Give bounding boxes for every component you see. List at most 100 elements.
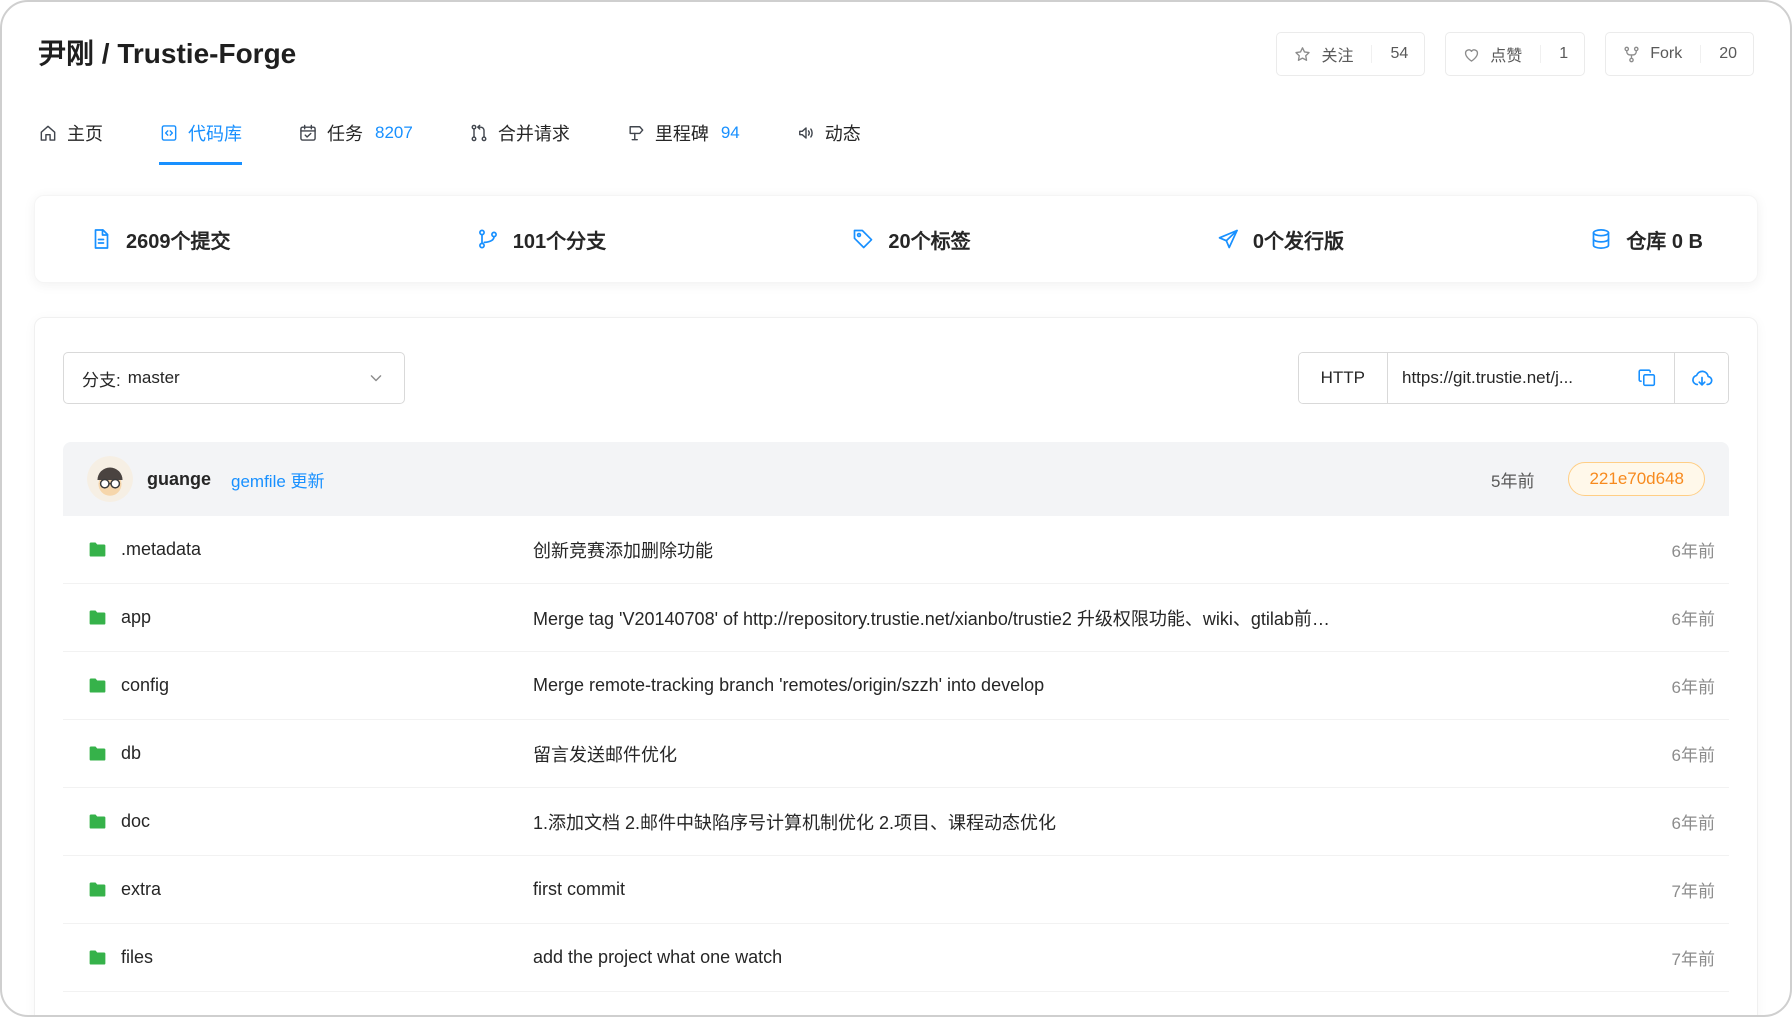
watch-button[interactable]: 关注 54 xyxy=(1276,32,1425,76)
stat-commits[interactable]: 2609个提交 xyxy=(89,225,231,254)
stat-tags[interactable]: 20个标签 xyxy=(851,225,970,254)
fork-count: 20 xyxy=(1700,45,1737,63)
file-name-cell: app xyxy=(63,607,533,628)
file-commit-message[interactable]: 1.添加文档 2.邮件中缺陷序号计算机制优化 2.项目、课程动态优化 xyxy=(533,809,1619,835)
file-commit-message[interactable]: add the project what one watch xyxy=(533,947,1619,968)
file-row: extra first commit 7年前 xyxy=(63,856,1729,924)
milestone-icon xyxy=(626,123,646,143)
folder-icon xyxy=(87,879,108,900)
header-actions: 关注 54 点赞 1 Fork 20 xyxy=(1276,32,1754,76)
praise-label: 点赞 xyxy=(1490,42,1522,66)
file-commit-time: 7年前 xyxy=(1619,945,1729,970)
protocol-http-button[interactable]: HTTP xyxy=(1299,353,1388,403)
folder-icon xyxy=(87,607,108,628)
star-icon xyxy=(1293,45,1312,64)
task-icon xyxy=(298,123,318,143)
fork-icon xyxy=(1622,45,1641,64)
tab-pulls[interactable]: 合并请求 xyxy=(469,120,570,165)
file-commit-message[interactable]: first commit xyxy=(533,879,1619,900)
repo-file-card: 分支: master HTTP https://git.trustie.net/… xyxy=(34,317,1758,1017)
activity-icon xyxy=(796,123,816,143)
stat-commits-label: 2609个提交 xyxy=(126,225,231,254)
file-commit-message[interactable]: Merge remote-tracking branch 'remotes/or… xyxy=(533,675,1619,696)
file-name[interactable]: db xyxy=(121,743,141,764)
branch-icon xyxy=(476,227,500,251)
tab-issues-count: 8207 xyxy=(375,123,413,143)
tab-activity[interactable]: 动态 xyxy=(796,120,861,165)
folder-icon xyxy=(87,539,108,560)
stat-repo-size[interactable]: 仓库 0 B xyxy=(1589,225,1703,254)
watch-count: 54 xyxy=(1371,45,1408,63)
file-commit-message[interactable]: 创新竞赛添加删除功能 xyxy=(533,537,1619,563)
praise-button[interactable]: 点赞 1 xyxy=(1445,32,1585,76)
tab-milestones-count: 94 xyxy=(721,123,740,143)
heart-icon xyxy=(1462,45,1481,64)
tab-milestones-label: 里程碑 xyxy=(655,120,709,146)
folder-icon xyxy=(87,743,108,764)
home-icon xyxy=(38,123,58,143)
file-row: db 留言发送邮件优化 6年前 xyxy=(63,720,1729,788)
folder-icon xyxy=(87,675,108,696)
file-name-cell: .metadata xyxy=(63,539,533,560)
branch-value: master xyxy=(128,368,180,388)
file-commit-time: 6年前 xyxy=(1619,741,1729,766)
file-name-cell: extra xyxy=(63,879,533,900)
download-button[interactable] xyxy=(1674,353,1728,403)
file-name-cell: doc xyxy=(63,811,533,832)
repository-icon xyxy=(159,123,179,143)
stat-branches[interactable]: 101个分支 xyxy=(476,225,606,254)
file-commit-time: 6年前 xyxy=(1619,605,1729,630)
fork-button[interactable]: Fork 20 xyxy=(1605,32,1754,76)
clone-url-group: HTTP https://git.trustie.net/j... xyxy=(1298,352,1729,404)
database-icon xyxy=(1589,227,1613,251)
stat-repo-size-label: 仓库 0 B xyxy=(1626,225,1703,254)
file-row: files add the project what one watch 7年前 xyxy=(63,924,1729,992)
tab-milestones[interactable]: 里程碑 94 xyxy=(626,120,740,165)
clone-url-input[interactable]: https://git.trustie.net/j... xyxy=(1388,353,1620,403)
chevron-down-icon xyxy=(366,368,386,388)
file-name[interactable]: doc xyxy=(121,811,150,832)
file-row: app Merge tag 'V20140708' of http://repo… xyxy=(63,584,1729,652)
repo-stats-bar: 2609个提交 101个分支 20个标签 0个发行版 仓库 0 B xyxy=(34,195,1758,283)
file-row: doc 1.添加文档 2.邮件中缺陷序号计算机制优化 2.项目、课程动态优化 6… xyxy=(63,788,1729,856)
repo-header: 尹刚 / Trustie-Forge 关注 54 点赞 1 Fork 20 xyxy=(2,2,1790,76)
tab-code-label: 代码库 xyxy=(188,120,242,146)
file-commit-time: 7年前 xyxy=(1619,877,1729,902)
file-table: .metadata 创新竞赛添加删除功能 6年前 app Merge tag '… xyxy=(63,516,1729,1017)
tab-issues-label: 任务 xyxy=(327,120,363,146)
branch-selector[interactable]: 分支: master xyxy=(63,352,405,404)
stat-releases[interactable]: 0个发行版 xyxy=(1216,225,1344,254)
stat-releases-label: 0个发行版 xyxy=(1253,225,1344,254)
tab-issues[interactable]: 任务 8207 xyxy=(298,120,413,165)
file-name[interactable]: .metadata xyxy=(121,539,201,560)
latest-commit-bar: guange gemfile 更新 5年前 221e70d648 xyxy=(63,442,1729,516)
page-title: 尹刚 / Trustie-Forge xyxy=(38,33,296,75)
file-row: config Merge remote-tracking branch 'rem… xyxy=(63,652,1729,720)
file-name[interactable]: extra xyxy=(121,879,161,900)
tab-home[interactable]: 主页 xyxy=(38,120,103,165)
commit-sha-badge[interactable]: 221e70d648 xyxy=(1568,462,1705,496)
tab-code[interactable]: 代码库 xyxy=(159,120,242,165)
tab-activity-label: 动态 xyxy=(825,120,861,146)
file-name-cell: db xyxy=(63,743,533,764)
watch-label: 关注 xyxy=(1321,42,1353,66)
file-commit-time: 6年前 xyxy=(1619,673,1729,698)
file-commit-time: 6年前 xyxy=(1619,537,1729,562)
avatar[interactable] xyxy=(87,456,133,502)
praise-count: 1 xyxy=(1540,45,1568,63)
commit-message-link[interactable]: gemfile 更新 xyxy=(231,467,325,492)
fork-label: Fork xyxy=(1650,45,1682,63)
copy-url-button[interactable] xyxy=(1620,353,1674,403)
file-row: .metadata 创新竞赛添加删除功能 6年前 xyxy=(63,516,1729,584)
file-name[interactable]: config xyxy=(121,675,169,696)
file-name[interactable]: files xyxy=(121,947,153,968)
commit-author[interactable]: guange xyxy=(147,469,211,490)
file-name[interactable]: app xyxy=(121,607,151,628)
repo-tabs: 主页 代码库 任务 8207 合并请求 里程碑 94 动态 xyxy=(2,120,1790,165)
file-name-cell: config xyxy=(63,675,533,696)
folder-icon xyxy=(87,947,108,968)
file-commit-message[interactable]: Merge tag 'V20140708' of http://reposito… xyxy=(533,605,1619,631)
file-commit-message[interactable]: 留言发送邮件优化 xyxy=(533,741,1619,767)
commit-icon xyxy=(89,227,113,251)
pull-request-icon xyxy=(469,123,489,143)
